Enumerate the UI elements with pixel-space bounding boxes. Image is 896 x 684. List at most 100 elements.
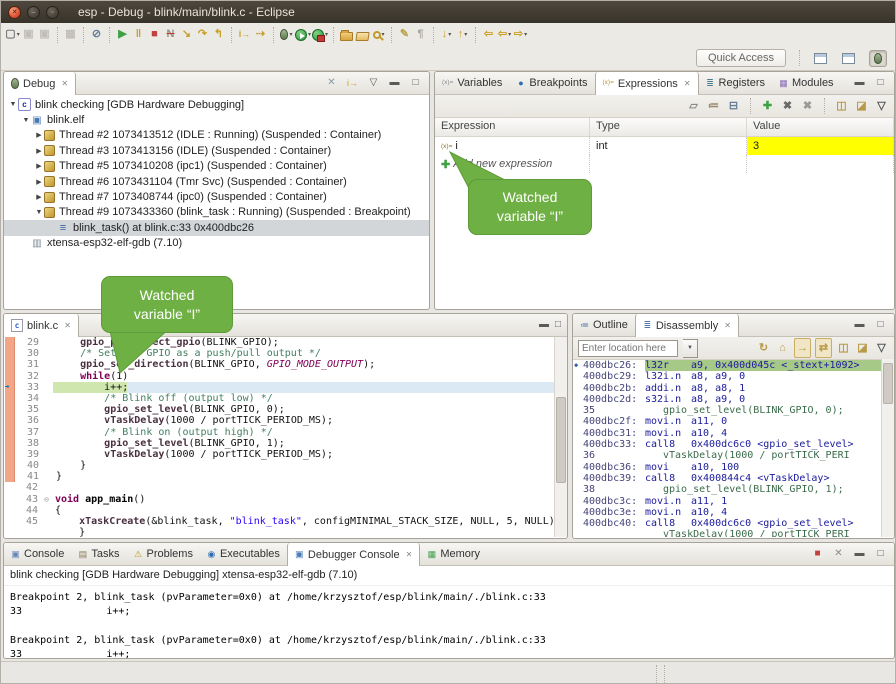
pin-view-icon[interactable]: ◪ — [854, 97, 869, 115]
column-type[interactable]: Type — [590, 118, 747, 136]
open-resource-icon[interactable] — [355, 26, 370, 44]
maximize-icon[interactable]: □ — [408, 74, 423, 92]
gutter-range-bar[interactable] — [5, 527, 14, 537]
gutter-range-bar[interactable] — [5, 415, 15, 426]
debug-tree-item[interactable]: ▶Thread #2 1073413512 (IDLE : Running) (… — [4, 128, 429, 143]
mark-occurrences-icon[interactable]: ✎ — [397, 26, 412, 44]
editor-scrollbar[interactable] — [554, 337, 567, 537]
maximize-icon[interactable]: □ — [555, 320, 561, 330]
tab-debugger-console[interactable]: ▣Debugger Console✕ — [287, 543, 420, 566]
code-line[interactable]: 36 vTaskDelay(1000 / portTICK_PERIOD_MS)… — [5, 415, 554, 426]
window-maximize-icon[interactable]: ▫ — [46, 6, 59, 19]
disassembly-source-line[interactable]: vTaskDelay(1000 / portTICK_PERI — [574, 529, 882, 537]
debug-perspective-button[interactable] — [869, 50, 887, 67]
instruction-stepping-icon[interactable]: i→ — [237, 26, 252, 44]
skip-all-breakpoints-icon[interactable]: ⊘ — [89, 26, 104, 44]
save-all-icon[interactable]: ▣ — [37, 26, 52, 44]
previous-annotation-icon[interactable]: ↑▾ — [455, 26, 470, 44]
window-close-icon[interactable]: ✕ — [8, 6, 21, 19]
disconnect-icon[interactable]: N — [163, 26, 178, 44]
code-line[interactable]: 38 gpio_set_level(BLINK_GPIO, 1); — [5, 438, 554, 449]
open-element-icon[interactable] — [339, 26, 354, 44]
follow-pc-icon[interactable]: → — [794, 338, 811, 358]
new-view-icon[interactable]: ◫ — [834, 97, 849, 115]
minimize-icon[interactable]: ▬ — [539, 320, 549, 330]
breakpoint-gutter[interactable]: → — [5, 382, 15, 393]
step-into-icon[interactable]: ↘ — [179, 26, 194, 44]
disassembly-line[interactable]: 400dbc29:l32i.na8, a9, 0 — [574, 371, 882, 382]
tab-console[interactable]: ▣Console — [4, 543, 71, 565]
resume-icon[interactable]: ▶ — [115, 26, 130, 44]
next-annotation-icon[interactable]: ↓▾ — [439, 26, 454, 44]
expression-value[interactable]: 3 — [747, 137, 894, 155]
gutter-range-bar[interactable] — [5, 337, 15, 348]
gutter-range-bar[interactable] — [5, 371, 15, 382]
step-over-icon[interactable]: ↷ — [195, 26, 210, 44]
gutter-range-bar[interactable] — [5, 427, 15, 438]
code-line[interactable]: 45 xTaskCreate(&blink_task, "blink_task"… — [5, 516, 554, 527]
code-line[interactable]: 41} — [5, 471, 554, 482]
add-expression-icon[interactable]: ✚ — [760, 97, 775, 115]
forward-icon[interactable]: ⇨▾ — [513, 26, 528, 44]
run-icon[interactable]: ▾ — [295, 26, 311, 44]
tab-breakpoints[interactable]: ●Breakpoints — [509, 72, 594, 94]
code-line[interactable]: 40 } — [5, 460, 554, 471]
maximize-icon[interactable]: □ — [873, 545, 888, 563]
remove-launch-icon[interactable]: ✕ — [831, 545, 846, 563]
instruction-stepping-toggle-icon[interactable]: i→ — [345, 74, 360, 92]
view-menu-icon[interactable]: ▽ — [874, 339, 889, 357]
minimize-icon[interactable]: ▬ — [387, 74, 402, 92]
home-icon[interactable]: ⌂ — [775, 339, 790, 357]
add-expression-row[interactable]: ✚Add new expression — [435, 155, 894, 173]
show-whitespace-icon[interactable]: ¶ — [413, 26, 428, 44]
debug-tree-item[interactable]: ▶Thread #6 1073431104 (Tmr Svc) (Suspend… — [4, 174, 429, 189]
tab-modules[interactable]: ▦Modules — [772, 72, 841, 94]
code-line[interactable]: 35 gpio_set_level(BLINK_GPIO, 0); — [5, 404, 554, 415]
close-icon[interactable]: ✕ — [724, 321, 731, 330]
debug-tree-item[interactable]: ▼Thread #9 1073433360 (blink_task : Runn… — [4, 205, 429, 220]
code-editor[interactable]: 29 gpio_pad_select_gpio(BLINK_GPIO);30 /… — [5, 337, 554, 537]
disassembly-line[interactable]: 400dbc31:movi.na10, 4 — [574, 428, 882, 439]
code-line[interactable]: 34 /* Blink off (output low) */ — [5, 393, 554, 404]
view-menu-icon[interactable]: ▽ — [366, 74, 381, 92]
terminate-icon[interactable]: ■ — [147, 26, 162, 44]
code-line[interactable]: } — [5, 527, 554, 537]
show-logical-structure-icon[interactable]: ≔ — [706, 97, 721, 115]
gutter-range-bar[interactable] — [5, 460, 15, 471]
open-perspective-icon[interactable] — [813, 49, 828, 67]
close-icon[interactable]: ✕ — [61, 79, 68, 88]
last-edit-location-icon[interactable]: ⇦ — [481, 26, 496, 44]
show-type-names-icon[interactable]: ▱ — [686, 97, 701, 115]
debug-tree-item[interactable]: blink_task() at blink.c:33 0x400dbc26 — [4, 220, 429, 235]
location-input[interactable] — [578, 340, 678, 357]
column-value[interactable]: Value — [747, 118, 894, 136]
code-line[interactable]: 42 — [5, 482, 554, 493]
quick-access-button[interactable]: Quick Access — [696, 49, 786, 67]
external-tools-icon[interactable]: ▾ — [312, 26, 328, 44]
disassembly-scrollbar[interactable] — [881, 359, 894, 537]
build-icon[interactable]: ▦ — [63, 26, 78, 44]
maximize-icon[interactable]: □ — [873, 316, 888, 334]
sync-selection-icon[interactable]: ⇄ — [815, 338, 832, 358]
close-icon[interactable]: ✕ — [684, 79, 691, 88]
disassembly-listing[interactable]: ◆400dbc26:l32ra9, 0x400d045c <_stext+109… — [574, 360, 882, 537]
location-dropdown-icon[interactable]: ▼ — [683, 339, 698, 358]
pin-view-icon[interactable]: ◪ — [855, 339, 870, 357]
code-line[interactable]: 29 gpio_pad_select_gpio(BLINK_GPIO); — [5, 337, 554, 348]
disassembly-line[interactable]: 400dbc2b:addi.na8, a8, 1 — [574, 383, 882, 394]
disassembly-source-line[interactable]: 38gpio_set_level(BLINK_GPIO, 1); — [574, 484, 882, 495]
use-step-filters-icon[interactable]: ⇢ — [253, 26, 268, 44]
gutter-range-bar[interactable] — [5, 505, 14, 516]
tab-memory[interactable]: ▦Memory — [420, 543, 487, 565]
code-line[interactable]: 32 while(1) — [5, 371, 554, 382]
minimize-icon[interactable]: ▬ — [852, 545, 867, 563]
remove-expression-icon[interactable]: ✖ — [780, 97, 795, 115]
code-line[interactable]: 44{ — [5, 505, 554, 516]
cpp-perspective-button[interactable] — [837, 50, 860, 67]
debug-tree-item[interactable]: ▶Thread #3 1073413156 (IDLE) (Suspended … — [4, 143, 429, 158]
code-line[interactable]: 39 vTaskDelay(1000 / portTICK_PERIOD_MS)… — [5, 449, 554, 460]
debug-icon[interactable]: ▾ — [279, 26, 294, 44]
disassembly-line[interactable]: 400dbc40:call80x400dc6c0 <gpio_set_level… — [574, 518, 882, 529]
tab-problems[interactable]: ⚠Problems — [126, 543, 199, 565]
gutter-range-bar[interactable] — [5, 482, 14, 493]
